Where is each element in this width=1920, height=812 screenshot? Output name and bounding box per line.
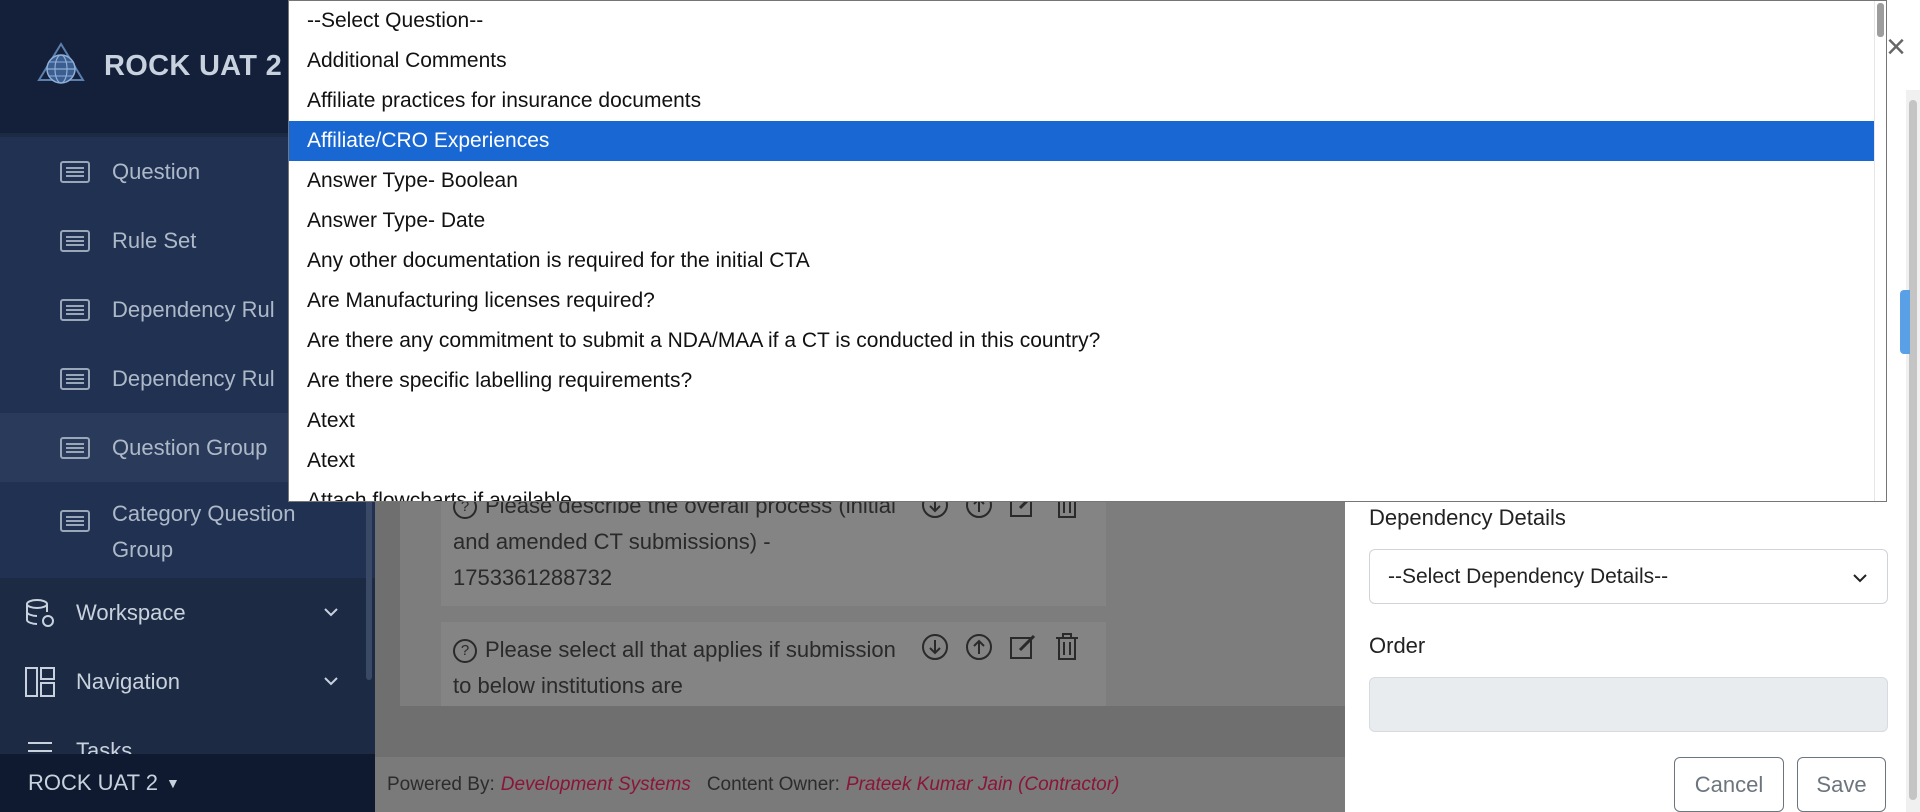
content-owner-value: Prateek Kumar Jain (Contractor) [845, 773, 1120, 795]
content-owner-label: Content Owner: [706, 773, 840, 795]
page-footer: Powered By: Development Systems Content … [375, 757, 1345, 812]
list-icon [60, 510, 90, 532]
question-select-dropdown[interactable]: --Select Question-- Additional Comments Af… [288, 0, 1887, 502]
question-text: Please select all that applies if submis… [453, 637, 896, 698]
chevron-down-icon [324, 608, 338, 617]
move-down-icon[interactable] [920, 632, 950, 662]
sidebar-item-label: Dependency Rul [112, 365, 275, 391]
environment-label: ROCK UAT 2 [28, 770, 158, 795]
dropdown-option[interactable]: Any other documentation is required for … [289, 241, 1886, 281]
sidebar-item-label: Question Group [112, 434, 268, 460]
sidebar-section-workspace[interactable]: Workspace [0, 578, 375, 647]
dependency-details-label: Dependency Details [1369, 505, 1566, 530]
cancel-button[interactable]: Cancel [1674, 757, 1784, 812]
dependency-details-select[interactable]: --Select Dependency Details-- [1369, 549, 1888, 604]
sidebar-item-label: Category Question Group [112, 501, 296, 562]
question-actions [920, 632, 1082, 662]
dropdown-option[interactable]: Affiliate/CRO Experiences [289, 121, 1886, 161]
dropdown-option[interactable]: Affiliate practices for insurance docume… [289, 81, 1886, 121]
content-divider [375, 706, 1345, 757]
sidebar-item-label: Rule Set [112, 227, 197, 253]
side-tab[interactable] [1900, 290, 1910, 354]
powered-by-value: Development Systems [500, 773, 691, 795]
order-field [1369, 677, 1888, 732]
order-label: Order [1369, 633, 1426, 658]
sidebar-item-label: Question [112, 158, 201, 184]
layout-icon [25, 666, 55, 697]
powered-by-label: Powered By: [387, 773, 495, 795]
question-text: Please describe the overall process (ini… [453, 493, 896, 590]
sidebar-section-navigation[interactable]: Navigation [0, 647, 375, 716]
scrollbar-thumb[interactable] [1909, 100, 1917, 800]
list-icon [60, 436, 90, 459]
scrollbar-thumb[interactable] [1877, 3, 1884, 37]
dropdown-option[interactable]: Answer Type- Boolean [289, 161, 1886, 201]
globe-logo-icon [37, 41, 85, 84]
dropdown-option[interactable]: Atext [289, 401, 1886, 441]
environment-switcher[interactable]: ROCK UAT 2 ▼ [0, 754, 375, 812]
dropdown-option[interactable]: Answer Type- Date [289, 201, 1886, 241]
sidebar-section-label: Navigation [76, 668, 180, 694]
sidebar-section-label: Workspace [76, 599, 186, 625]
question-circle-icon: ? [453, 639, 477, 664]
list-icon [60, 298, 90, 321]
caret-down-icon: ▼ [166, 775, 180, 791]
panel-scrollbar[interactable] [1906, 90, 1920, 812]
list-icon [60, 229, 90, 252]
save-button[interactable]: Save [1797, 757, 1886, 812]
dropdown-option[interactable]: --Select Question-- [289, 1, 1886, 41]
move-up-icon[interactable] [964, 632, 994, 662]
list-icon [60, 367, 90, 390]
dropdown-option[interactable]: Atext [289, 441, 1886, 481]
chevron-down-icon [324, 677, 338, 686]
dropdown-option[interactable]: Are there any commitment to submit a NDA… [289, 321, 1886, 361]
edit-icon[interactable] [1008, 632, 1038, 662]
list-icon [60, 160, 90, 183]
dropdown-option[interactable]: Additional Comments [289, 41, 1886, 81]
app-title: ROCK UAT 2 [104, 50, 283, 82]
dropdown-options: --Select Question-- Additional Comments Af… [289, 1, 1886, 501]
sidebar-item-label: Dependency Rul [112, 296, 275, 322]
select-value: --Select Dependency Details-- [1388, 564, 1669, 588]
dropdown-option[interactable]: Are Manufacturing licenses required? [289, 281, 1886, 321]
dropdown-option[interactable]: Are there specific labelling requirement… [289, 361, 1886, 401]
chevron-down-icon [1853, 574, 1867, 583]
database-settings-icon [26, 598, 54, 627]
dropdown-scrollbar[interactable] [1874, 1, 1886, 501]
dropdown-option[interactable]: Attach flowcharts if available [289, 481, 1886, 501]
trash-icon[interactable] [1052, 632, 1082, 662]
close-icon[interactable]: × [1886, 28, 1906, 67]
